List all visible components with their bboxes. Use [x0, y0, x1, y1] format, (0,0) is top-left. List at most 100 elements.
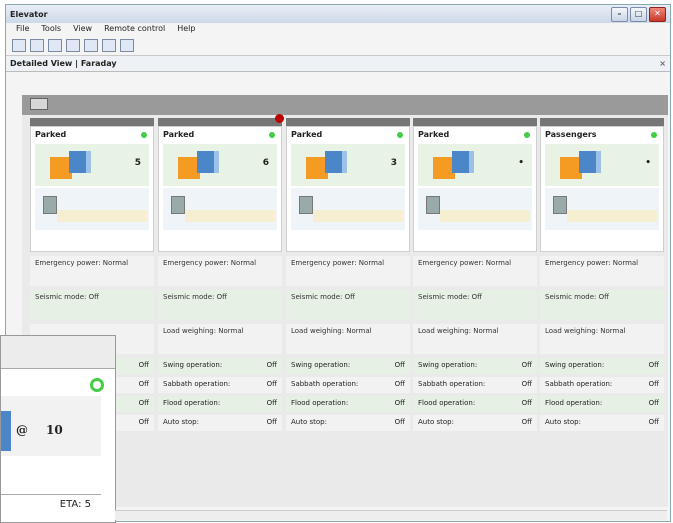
column-header — [413, 118, 537, 126]
autostop-row: Auto stop: Off — [540, 415, 664, 431]
elevator-car-icon — [325, 151, 343, 173]
car-side-icon — [596, 151, 601, 173]
flood-label: Flood operation: — [418, 399, 476, 407]
seismic-mode: Seismic mode: Off — [413, 290, 537, 320]
flood-value: Off — [394, 399, 405, 407]
menu-file[interactable]: File — [16, 24, 29, 37]
cabin-icon — [553, 196, 567, 214]
flood-row: Flood operation: Off — [158, 396, 282, 412]
menu-remote-control[interactable]: Remote control — [104, 24, 165, 37]
elevator-card[interactable]: Parked 3 — [286, 126, 410, 252]
swing-value: Off — [266, 361, 277, 369]
shaft-view: • — [418, 144, 532, 186]
title-bar: Elevator – □ ✕ — [6, 5, 670, 23]
horizontal-scrollbar[interactable] — [115, 510, 667, 520]
swing-row: Swing operation: Off — [540, 358, 664, 374]
autostop-row: Auto stop: Off — [286, 415, 410, 431]
flood-row: Flood operation: Off — [413, 396, 537, 412]
flood-value: Off — [648, 399, 659, 407]
swing-label: Swing operation: — [418, 361, 478, 369]
autostop-value: Off — [648, 418, 659, 426]
seismic-mode: Seismic mode: Off — [286, 290, 410, 320]
autostop-value: Off — [521, 418, 532, 426]
emergency-power: Emergency power: Normal — [158, 256, 282, 286]
menu-tools[interactable]: Tools — [41, 24, 61, 37]
popup-shaft: @ 10 — [1, 396, 101, 456]
monitor-icon[interactable] — [102, 39, 116, 52]
sabbath-value: Off — [394, 380, 405, 388]
cabin-icon — [299, 196, 313, 214]
sabbath-label: Sabbath operation: — [291, 380, 359, 388]
zoom-popup: @ 10 ETA: 5 — [0, 335, 116, 523]
panel-close-button[interactable]: × — [659, 59, 666, 68]
window-icon[interactable] — [84, 39, 98, 52]
status-indicator — [90, 378, 104, 392]
split-icon[interactable] — [48, 39, 62, 52]
load-bar — [313, 210, 403, 222]
elevator-car-icon — [69, 151, 87, 173]
load-weighing: Load weighing: Normal — [540, 324, 664, 354]
flood-value: Off — [138, 399, 149, 407]
swing-row: Swing operation: Off — [158, 358, 282, 374]
flood-row: Flood operation: Off — [540, 396, 664, 412]
status-label: Parked — [418, 130, 450, 139]
emergency-power: Emergency power: Normal — [286, 256, 410, 286]
swing-value: Off — [648, 361, 659, 369]
load-bar — [567, 210, 657, 222]
menu-view[interactable]: View — [73, 24, 92, 37]
elevator-card[interactable]: Parked • — [413, 126, 537, 252]
menu-help[interactable]: Help — [177, 24, 195, 37]
minimize-button[interactable]: – — [611, 6, 628, 22]
elevator-car-icon — [452, 151, 470, 173]
emergency-power: Emergency power: Normal — [413, 256, 537, 286]
status-dot — [397, 132, 403, 138]
swing-label: Swing operation: — [545, 361, 605, 369]
elevator-column: Parked 3 Emergency power: Normal Seismic… — [286, 118, 410, 434]
elevator-column: Parked 6 Emergency power: Normal Seismic… — [158, 114, 284, 434]
layout-icon[interactable] — [30, 39, 44, 52]
elevator-car-icon — [579, 151, 597, 173]
elevator-card[interactable]: Parked 6 — [158, 126, 282, 252]
swing-value: Off — [394, 361, 405, 369]
flood-row: Flood operation: Off — [286, 396, 410, 412]
eta-row: ETA: 5 — [1, 494, 101, 515]
sabbath-label: Sabbath operation: — [545, 380, 613, 388]
flood-label: Flood operation: — [163, 399, 221, 407]
car-side-icon — [469, 151, 474, 173]
status-dot — [269, 132, 275, 138]
swing-value: Off — [521, 361, 532, 369]
status-dot — [524, 132, 530, 138]
load-weighing: Load weighing: Normal — [158, 324, 282, 354]
autostop-value: Off — [266, 418, 277, 426]
autostop-row: Auto stop: Off — [158, 415, 282, 431]
autostop-value: Off — [138, 418, 149, 426]
cabin-view — [163, 188, 277, 230]
columns-icon[interactable] — [66, 39, 80, 52]
cabin-icon — [43, 196, 57, 214]
sabbath-label: Sabbath operation: — [418, 380, 486, 388]
status-label: Parked — [291, 130, 323, 139]
column-header — [158, 114, 284, 126]
panel-title: Detailed View | Faraday — [10, 59, 117, 68]
load-bar — [57, 210, 147, 222]
column-header — [286, 118, 410, 126]
floor-number: 10 — [46, 423, 63, 437]
elevator-card[interactable]: Parked 5 — [30, 126, 154, 252]
maximize-button[interactable]: □ — [630, 6, 647, 22]
eta-label: ETA: 5 — [59, 499, 91, 510]
new-icon[interactable] — [12, 39, 26, 52]
car-side-icon — [214, 151, 219, 173]
floor-indicator: 5 — [134, 158, 141, 168]
elevator-card[interactable]: Passengers • — [540, 126, 664, 252]
elevator-column: Parked • Emergency power: Normal Seismic… — [413, 118, 537, 434]
flood-value: Off — [266, 399, 277, 407]
close-button[interactable]: ✕ — [649, 6, 666, 22]
panel-header: Detailed View | Faraday × — [6, 56, 670, 72]
elevator-car-icon — [197, 151, 215, 173]
swing-label: Swing operation: — [291, 361, 351, 369]
flood-label: Flood operation: — [545, 399, 603, 407]
floor-indicator: • — [645, 158, 651, 168]
grid-toggle-button[interactable] — [30, 98, 48, 110]
panel-icon[interactable] — [120, 39, 134, 52]
seismic-mode: Seismic mode: Off — [158, 290, 282, 320]
